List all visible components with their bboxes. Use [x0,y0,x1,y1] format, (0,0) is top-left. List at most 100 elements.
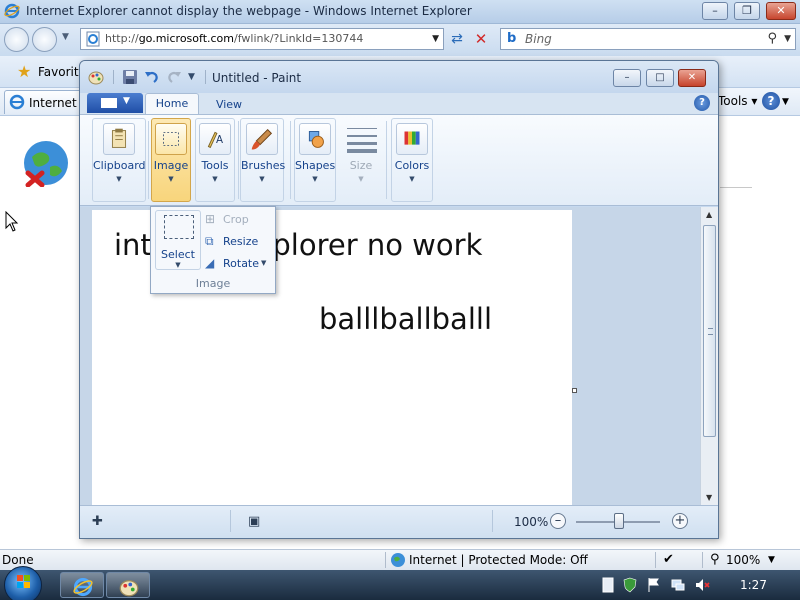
search-box[interactable]: b Bing ⚲ ▼ [500,28,796,50]
taskbar-paint-button[interactable] [106,572,150,598]
security-shield-icon[interactable] [622,577,638,593]
zoom-icon: ⚲ [710,552,720,567]
protected-mode-icon[interactable]: ✔ [663,552,674,567]
select-dropdown-icon: ▼ [175,261,181,269]
bing-icon: b [507,31,517,46]
redo-icon[interactable] [166,69,182,85]
document-icon[interactable] [600,577,616,593]
canvas-text-line: balllballballl [319,302,492,336]
address-bar[interactable]: http://go.microsoft.com/fwlink/?LinkId=1… [80,28,444,50]
paint-help-icon[interactable]: ? [694,95,710,111]
paint-minimize-button[interactable]: – [613,69,641,87]
ie-icon [73,577,93,597]
image-button[interactable]: Image ▼ [151,118,191,202]
ribbon-divider [148,121,149,199]
brush-icon [246,123,278,155]
paint-icon[interactable] [88,69,104,85]
size-label: Size [349,159,373,172]
zoom-in-button[interactable]: + [672,513,688,529]
page-icon [86,31,100,47]
favorites-star-icon[interactable]: ★ [17,62,31,81]
clock[interactable]: 1:27 [740,578,767,592]
scroll-thumb[interactable] [703,225,716,437]
select-icon [164,215,194,239]
vertical-scrollbar[interactable]: ▲ ▼ [700,207,718,505]
volume-mute-icon[interactable] [694,577,710,593]
paint-window: ▼ Untitled - Paint – □ ✕ ▼ Home View ? C… [79,60,719,539]
select-button[interactable]: Select ▼ [155,210,201,270]
rotate-button[interactable]: ◢ Rotate ▼ [205,255,275,273]
clipboard-icon [103,123,135,155]
clipboard-button[interactable]: Clipboard ▼ [92,118,146,202]
size-icon [347,128,377,153]
ribbon-divider [386,121,387,199]
tab-home[interactable]: Home [145,93,199,115]
tab-view[interactable]: View [204,96,254,114]
tools-button[interactable]: A Tools ▼ [195,118,235,202]
rotate-icon: ◢ [205,256,215,270]
scroll-down-icon[interactable]: ▼ [706,493,712,502]
search-dropdown-icon[interactable]: ▼ [784,34,791,44]
clipboard-label: Clipboard [93,159,146,172]
scroll-up-icon[interactable]: ▲ [706,210,712,219]
clipboard-dropdown-icon: ▼ [116,175,122,183]
zoom-out-button[interactable]: – [550,513,566,529]
paint-maximize-button[interactable]: □ [646,69,674,87]
start-button[interactable] [4,566,42,600]
minimize-button[interactable]: – [702,2,728,20]
resize-button[interactable]: ⧉ Resize [205,233,275,251]
colors-button[interactable]: Colors ▼ [391,118,433,202]
shapes-icon [299,123,331,155]
customize-qat-icon[interactable]: ▼ [188,72,195,82]
canvas-resize-handle[interactable] [572,388,577,393]
crop-button[interactable]: ⊞ Crop [205,211,275,229]
ribbon: Clipboard ▼ Image ▼ A Tools ▼ Brushes ▼ … [80,114,718,206]
rotate-dropdown-icon: ▼ [261,259,267,267]
back-button[interactable] [4,27,29,52]
selection-size-icon: ▣ [248,514,261,529]
zoom-slider-thumb[interactable] [614,513,624,529]
address-dropdown-icon[interactable]: ▼ [432,34,439,44]
colors-label: Colors [394,159,430,172]
paint-icon [119,580,139,597]
flag-icon[interactable] [646,577,662,593]
menu-icon [101,98,117,108]
zoom-percentage: 100% [514,515,549,529]
ie-navigation-bar: ▼ http://go.microsoft.com/fwlink/?LinkId… [0,24,800,56]
browser-tab[interactable]: Internet E [4,90,88,114]
paint-menu-button[interactable]: ▼ [87,93,143,113]
start-orb-icon [17,575,30,588]
ie-status-bar: Done Internet | Protected Mode: Off ✔ ⚲ … [0,549,800,570]
search-placeholder: Bing [525,32,552,46]
shapes-button[interactable]: Shapes ▼ [294,118,336,202]
help-icon[interactable]: ? [762,92,780,110]
refresh-icon[interactable]: ⇄ [448,30,466,48]
ribbon-divider [290,121,291,199]
brushes-dropdown-icon: ▼ [259,175,265,183]
menu-dropdown-icon: ▼ [123,96,130,106]
size-button[interactable]: Size ▼ [341,118,381,202]
taskbar-ie-button[interactable] [60,572,104,598]
network-icon[interactable] [670,577,686,593]
tools-menu[interactable]: Tools ▾ [718,94,757,108]
tools-label: Tools [201,159,229,172]
recent-pages-dropdown[interactable]: ▼ [62,32,72,46]
close-button[interactable]: ✕ [766,2,796,20]
stop-icon[interactable]: ✕ [472,30,490,48]
crop-icon: ⊞ [205,212,216,226]
ribbon-divider [238,121,239,199]
status-divider [492,510,493,532]
brushes-button[interactable]: Brushes ▼ [240,118,285,202]
restore-button[interactable]: ❐ [734,2,760,20]
resize-label: Resize [223,235,259,248]
zoom-level[interactable]: 100% [726,553,760,567]
save-icon[interactable] [122,69,138,85]
zoom-dropdown-icon[interactable]: ▼ [768,555,775,565]
paint-close-button[interactable]: ✕ [678,69,706,87]
cursor-position-icon: ✚ [92,514,103,529]
undo-icon[interactable] [144,69,160,85]
security-zone-label[interactable]: Internet | Protected Mode: Off [409,553,588,567]
help-dropdown-icon[interactable]: ▼ [782,97,789,107]
forward-button[interactable] [32,27,57,52]
search-icon[interactable]: ⚲ [767,31,777,46]
